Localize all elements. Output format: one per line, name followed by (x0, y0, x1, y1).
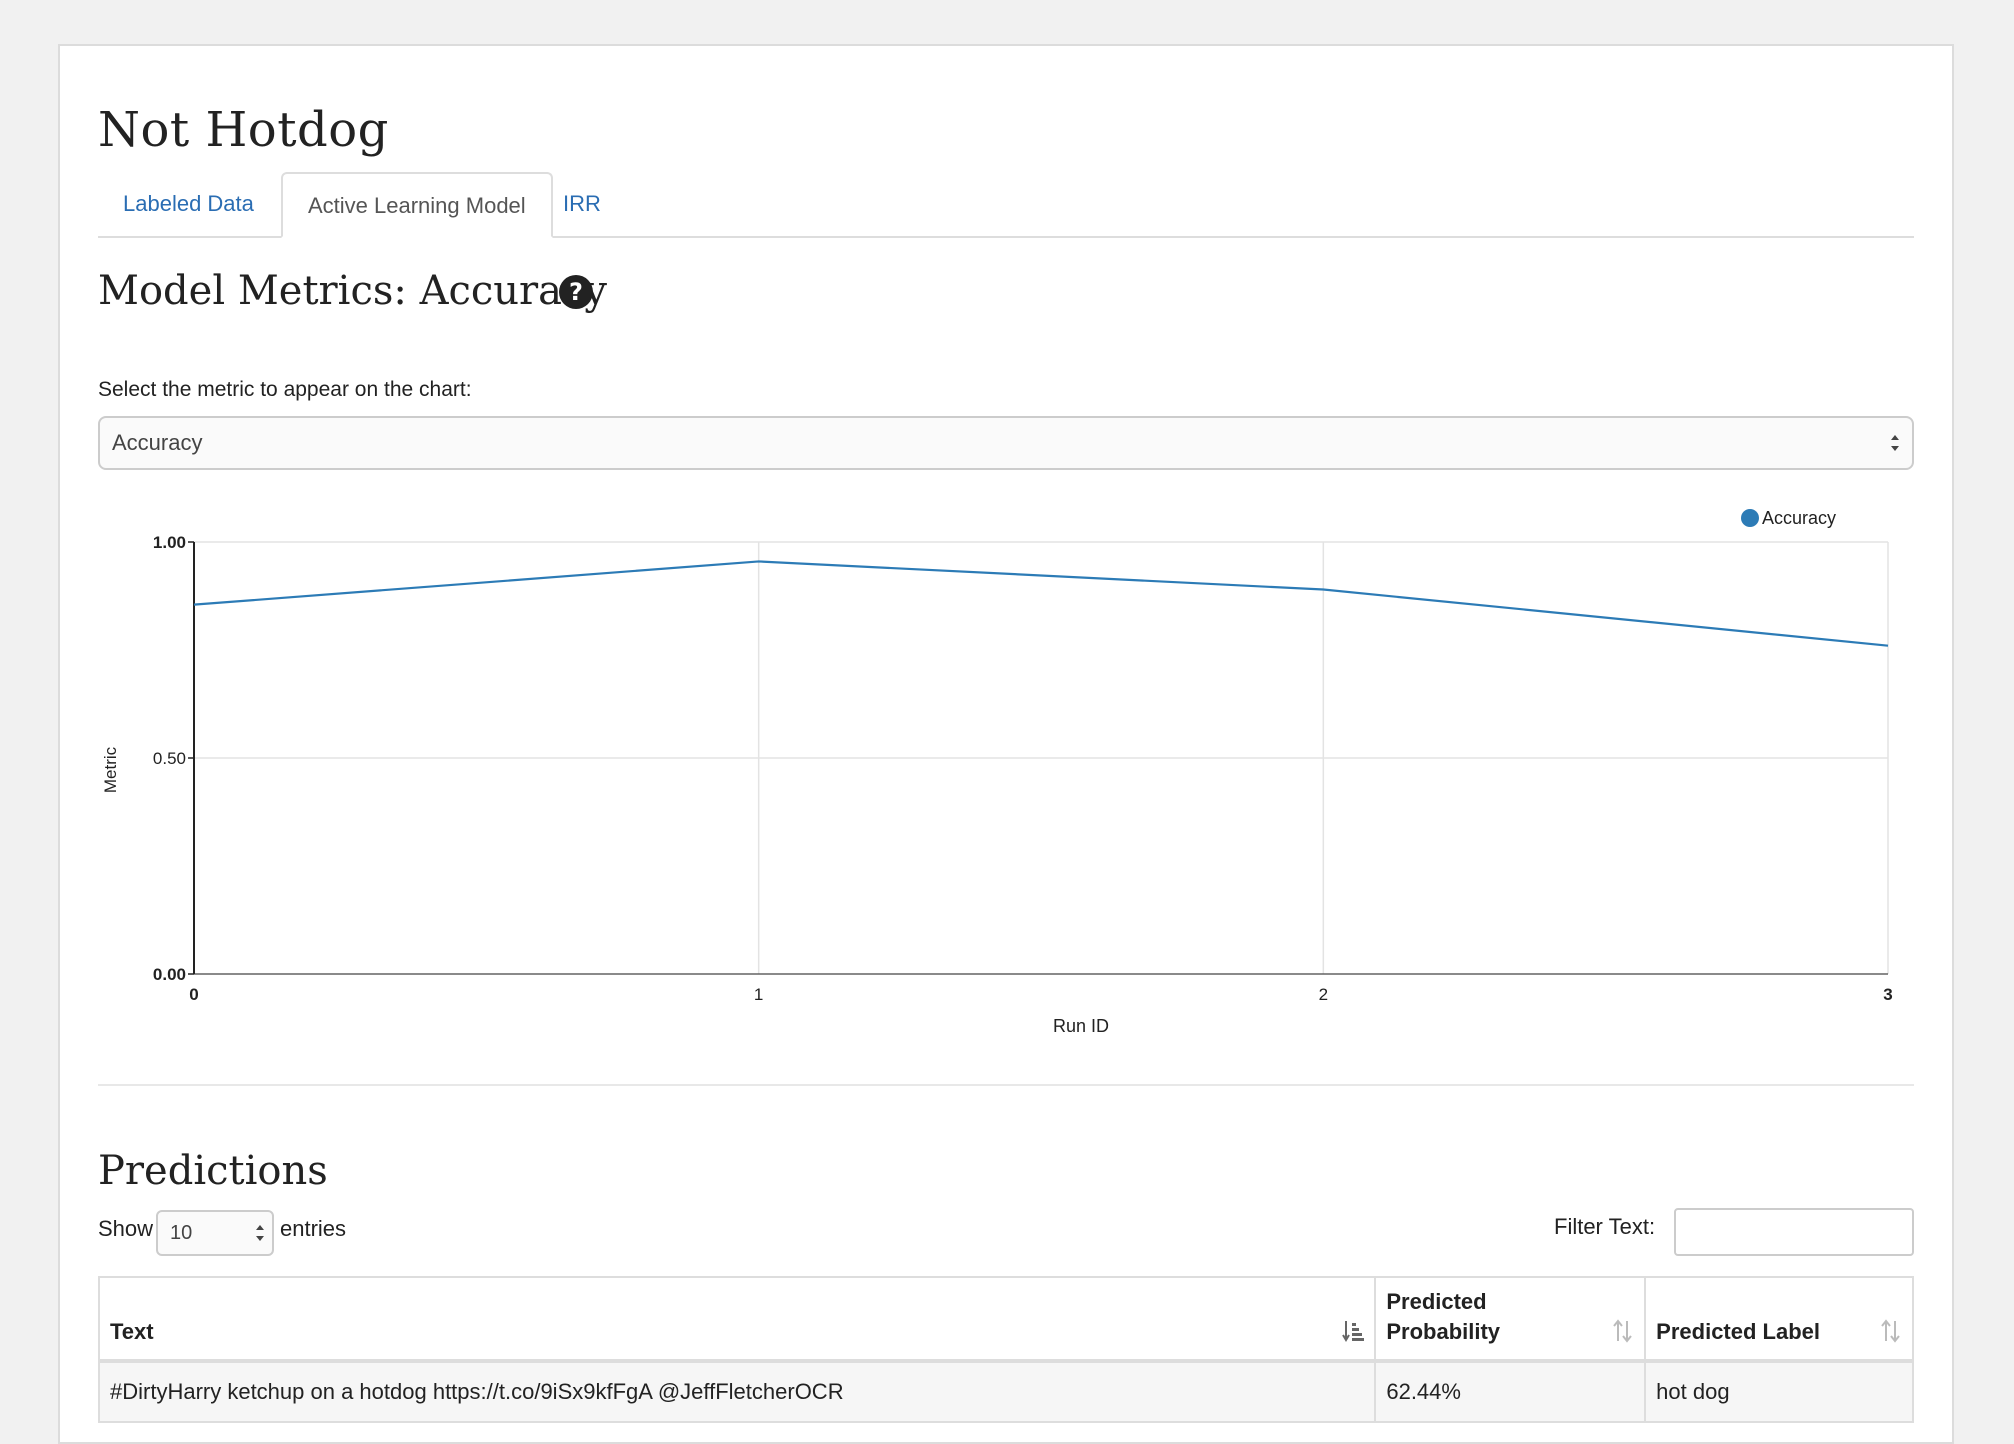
cell-text: #DirtyHarry ketchup on a hotdog https://… (99, 1361, 1375, 1422)
chart-legend[interactable]: Accuracy (1741, 508, 1836, 528)
metrics-line-chart: 0.00 0.50 1.00 0 1 2 3 Run ID Metric Accuracy (98, 498, 1914, 1058)
section-divider (98, 1084, 1914, 1086)
sort-desc-icon (1342, 1319, 1364, 1343)
predictions-table: Text Predicted Probability (98, 1276, 1914, 1423)
column-header-label: Text (110, 1319, 154, 1344)
select-arrows-icon (1888, 418, 1902, 468)
column-header-probability[interactable]: Predicted Probability (1375, 1277, 1645, 1361)
page-container: Not Hotdog Labeled Data Active Learning … (58, 44, 1954, 1444)
select-arrows-icon (254, 1212, 266, 1254)
x-axis-title: Run ID (1053, 1016, 1109, 1036)
legend-swatch (1741, 509, 1759, 527)
tab-active-learning-model[interactable]: Active Learning Model (281, 172, 553, 238)
page-length-select[interactable]: 10 (156, 1210, 274, 1256)
column-header-label: Predicted Probability (1386, 1289, 1500, 1344)
y-tick-label: 0.00 (153, 965, 186, 984)
metric-select-value: Accuracy (112, 430, 202, 455)
y-tick-label: 1.00 (153, 533, 186, 552)
series-line-accuracy (194, 561, 1888, 645)
x-tick-label: 2 (1319, 985, 1328, 1004)
svg-text:?: ? (569, 278, 583, 306)
predictions-title: Predictions (98, 1148, 328, 1194)
metric-select[interactable]: Accuracy (98, 416, 1914, 470)
metrics-title: Model Metrics: Accuracy (98, 268, 607, 314)
cell-label: hot dog (1645, 1361, 1913, 1422)
column-header-label-text: Predicted Label (1656, 1319, 1820, 1344)
chart-grid (194, 542, 1888, 974)
legend-label: Accuracy (1762, 508, 1836, 528)
question-circle-icon[interactable]: ? (558, 274, 594, 310)
filter-label: Filter Text: (1554, 1214, 1655, 1240)
y-axis-title: Metric (101, 746, 120, 793)
column-header-text[interactable]: Text (99, 1277, 1375, 1361)
show-label: Show (98, 1216, 153, 1242)
table-header-row: Text Predicted Probability (99, 1277, 1913, 1361)
entries-label: entries (280, 1216, 346, 1242)
page-length-value: 10 (170, 1222, 192, 1244)
metric-select-label: Select the metric to appear on the chart… (98, 378, 472, 402)
x-tick-label: 1 (754, 985, 763, 1004)
chart-series (194, 561, 1888, 645)
tab-bar: Labeled Data Active Learning Model IRR (98, 172, 1914, 238)
sort-both-icon (1612, 1319, 1634, 1343)
tab-labeled-data[interactable]: Labeled Data (98, 172, 279, 236)
x-tick-label: 0 (189, 985, 198, 1004)
table-row[interactable]: #DirtyHarry ketchup on a hotdog https://… (99, 1361, 1913, 1422)
chart-axes: 0.00 0.50 1.00 0 1 2 3 Run ID Metric (101, 533, 1893, 1036)
sort-both-icon (1880, 1319, 1902, 1343)
page-title: Not Hotdog (98, 102, 389, 158)
cell-probability: 62.44% (1375, 1361, 1645, 1422)
tab-irr[interactable]: IRR (538, 172, 626, 236)
filter-text-input[interactable] (1674, 1208, 1914, 1256)
x-tick-label: 3 (1883, 985, 1892, 1004)
y-tick-label: 0.50 (153, 749, 186, 768)
column-header-label[interactable]: Predicted Label (1645, 1277, 1913, 1361)
